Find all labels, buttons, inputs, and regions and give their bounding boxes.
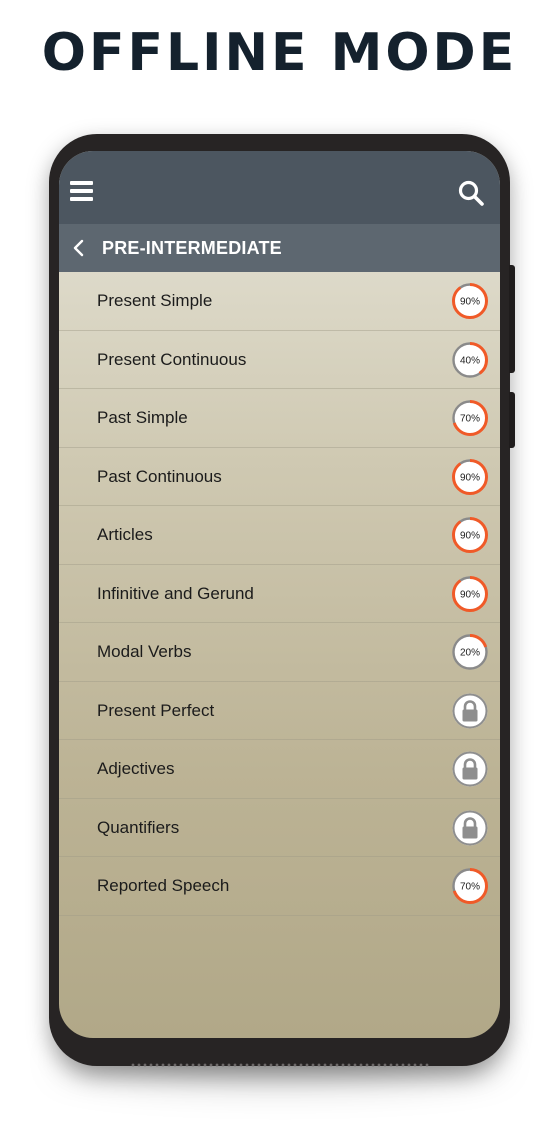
lock-icon xyxy=(452,693,488,728)
progress-percent: 90% xyxy=(460,472,480,483)
progress-percent: 20% xyxy=(460,648,480,659)
lock-icon xyxy=(452,751,488,787)
progress-percent: 70% xyxy=(460,414,480,425)
progress-percent: 90% xyxy=(460,589,480,600)
progress-ring: 40% xyxy=(452,341,488,378)
lock-icon xyxy=(452,810,488,845)
lesson-row[interactable]: Articles 90% xyxy=(59,506,500,565)
page: OFFLINE MODE PRE-INTERMEDIATE Present Si… xyxy=(0,0,559,1146)
progress-ring: 70% xyxy=(452,400,488,436)
lesson-label: Reported Speech xyxy=(97,876,230,895)
lesson-row[interactable]: Present Continuous 40% xyxy=(59,331,500,389)
lesson-label: Present Continuous xyxy=(97,349,247,369)
progress-percent: 90% xyxy=(460,297,480,308)
lesson-label: Adjectives xyxy=(97,759,175,778)
lesson-row[interactable]: Modal Verbs 20% xyxy=(59,623,500,682)
lesson-row[interactable]: Quantifiers xyxy=(59,799,500,857)
progress-ring: 90% xyxy=(452,458,488,495)
lesson-label: Past Continuous xyxy=(97,466,222,486)
power-button xyxy=(509,392,515,448)
lesson-row[interactable]: Infinitive and Gerund 90% xyxy=(59,565,500,623)
progress-percent: 40% xyxy=(460,355,480,366)
lesson-label: Past Simple xyxy=(97,408,188,427)
lesson-row[interactable]: Present Simple 90% xyxy=(59,272,500,331)
lesson-label: Modal Verbs xyxy=(97,642,192,661)
chevron-left-icon[interactable] xyxy=(71,238,87,258)
lesson-label: Quantifiers xyxy=(97,817,180,837)
progress-ring: 70% xyxy=(452,868,488,904)
lesson-label: Present Perfect xyxy=(97,700,215,720)
headline: OFFLINE MODE xyxy=(41,23,518,83)
lesson-label: Infinitive and Gerund xyxy=(97,583,254,603)
progress-ring: 90% xyxy=(452,575,488,612)
progress-ring: 20% xyxy=(452,634,488,670)
hamburger-menu-icon[interactable] xyxy=(70,181,93,201)
progress-percent: 70% xyxy=(460,882,480,893)
volume-button xyxy=(509,265,515,373)
lesson-row[interactable]: Adjectives xyxy=(59,740,500,799)
lesson-row[interactable]: Present Perfect xyxy=(59,682,500,740)
lesson-row[interactable]: Reported Speech 70% xyxy=(59,857,500,916)
progress-ring: 90% xyxy=(452,517,488,553)
search-icon[interactable] xyxy=(458,180,484,206)
app-screen: PRE-INTERMEDIATE Present Simple 90% Presen… xyxy=(59,151,500,1038)
app-bar xyxy=(59,151,500,224)
speaker-grille xyxy=(130,1062,430,1068)
lesson-label: Articles xyxy=(97,525,153,544)
section-title: PRE-INTERMEDIATE xyxy=(102,238,282,258)
progress-percent: 90% xyxy=(460,531,480,542)
lesson-label: Present Simple xyxy=(97,291,213,310)
progress-ring: 90% xyxy=(452,283,488,319)
lesson-row[interactable]: Past Simple 70% xyxy=(59,389,500,448)
lesson-list: Present Simple 90% Present Continuous 40% Pa… xyxy=(59,272,500,916)
lesson-row[interactable]: Past Continuous 90% xyxy=(59,448,500,506)
